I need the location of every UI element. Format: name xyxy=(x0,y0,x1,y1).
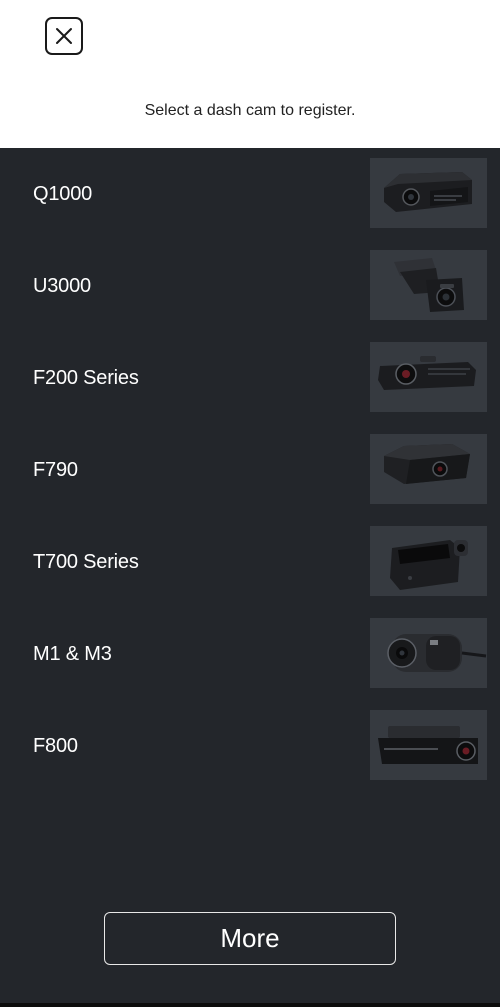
dashcam-u3000-image xyxy=(370,250,487,320)
dashcam-list-panel: Q1000 U3000 F200 Series F790 T700 Series… xyxy=(0,148,500,1003)
dashcam-f200-image xyxy=(370,342,487,412)
dashcam-item-f790[interactable]: F790 xyxy=(0,434,500,506)
dashcam-item-u3000[interactable]: U3000 xyxy=(0,250,500,322)
header: Select a dash cam to register. xyxy=(0,0,500,148)
dashcam-q1000-image xyxy=(370,158,487,228)
dashcam-t700-image xyxy=(370,526,487,596)
dashcam-item-q1000[interactable]: Q1000 xyxy=(0,158,500,230)
dashcam-name: F800 xyxy=(33,735,78,757)
dashcam-name: M1 & M3 xyxy=(33,643,112,665)
dashcam-item-f800[interactable]: F800 xyxy=(0,710,500,782)
dashcam-item-t700[interactable]: T700 Series xyxy=(0,526,500,598)
dashcam-name: U3000 xyxy=(33,275,91,297)
page-subtitle: Select a dash cam to register. xyxy=(144,102,356,119)
dashcam-name: F200 Series xyxy=(33,367,139,389)
dashcam-item-m1-m3[interactable]: M1 & M3 xyxy=(0,618,500,690)
bottom-edge xyxy=(0,1003,500,1007)
dashcam-f800-image xyxy=(370,710,487,780)
dashcam-name: Q1000 xyxy=(33,183,93,205)
dashcam-name: T700 Series xyxy=(33,551,139,573)
close-button[interactable] xyxy=(45,17,83,55)
close-icon xyxy=(56,28,72,44)
dashcam-name: F790 xyxy=(33,459,78,481)
dashcam-m1-m3-image xyxy=(370,618,487,688)
dashcam-f790-image xyxy=(370,434,487,504)
more-button[interactable]: More xyxy=(104,912,396,965)
dashcam-item-f200[interactable]: F200 Series xyxy=(0,342,500,414)
